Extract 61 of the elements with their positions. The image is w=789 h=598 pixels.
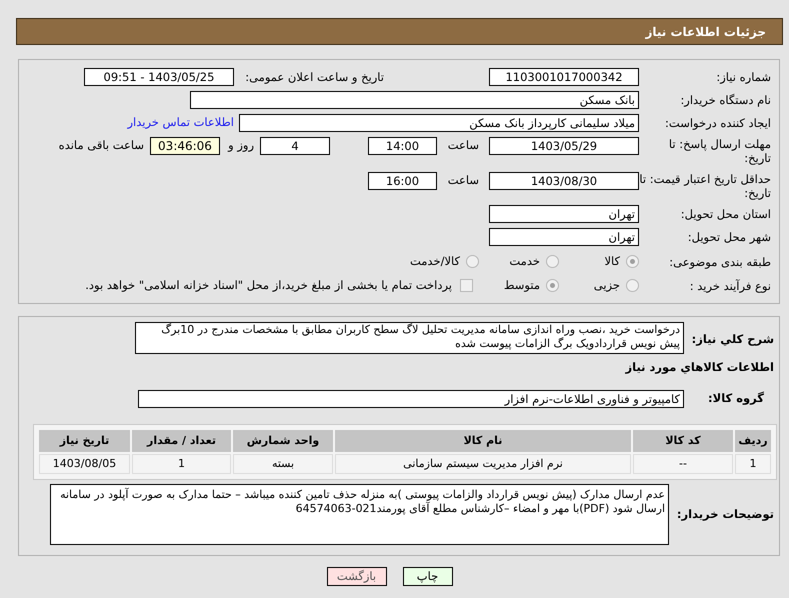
description-box: درخواست خرید ،نصب وراه اندازی سامانه مدیریت تحلیل لاگ سطح کاربران مطابق با مشخصات مندرج در 10برگ پیش نویس قراردادویک برگ الزامات پیوست شده bbox=[135, 322, 684, 354]
field-label: ساعت باقی مانده bbox=[58, 137, 144, 154]
field-label: گروه کالا: bbox=[707, 390, 765, 408]
text-field[interactable]: 4 bbox=[260, 137, 330, 155]
field-label: توضیحات خریدار: bbox=[676, 506, 775, 523]
column-header: کد کالا bbox=[633, 430, 733, 452]
text-field[interactable]: 1403/05/25 - 09:51 bbox=[84, 68, 234, 86]
radio-button[interactable] bbox=[626, 255, 639, 268]
checkbox[interactable] bbox=[460, 279, 473, 292]
column-header: تاریخ نیاز bbox=[39, 430, 130, 452]
field-label: استان محل تحویل: bbox=[680, 207, 772, 221]
column-header: تعداد / مقدار bbox=[132, 430, 231, 452]
field-label: مهلت ارسال پاسخ: تا تاریخ: bbox=[668, 137, 772, 165]
table-cell: 1 bbox=[735, 454, 771, 474]
table-cell: نرم افزار مدیریت سیستم سازمانی bbox=[335, 454, 631, 474]
field-label: شهر محل تحویل: bbox=[686, 230, 772, 244]
text-field[interactable]: کامپیوتر و فناوری اطلاعات-نرم افزار bbox=[138, 390, 684, 408]
text-field[interactable]: 14:00 bbox=[368, 137, 437, 155]
text-field[interactable]: بانک مسکن bbox=[190, 91, 639, 109]
countdown-field: 03:46:06 bbox=[150, 137, 220, 155]
field-label: نام دستگاه خریدار: bbox=[679, 93, 772, 107]
text-field[interactable]: تهران bbox=[489, 228, 639, 246]
radio-button[interactable] bbox=[626, 279, 639, 292]
checkbox-label: پرداخت تمام یا بخشی از مبلغ خرید،از محل "اسناد خزانه اسلامی" خواهد بود. bbox=[85, 277, 452, 294]
radio-button[interactable] bbox=[546, 255, 559, 268]
option-label: کالا/خدمت bbox=[410, 253, 460, 270]
table-cell: 1403/08/05 bbox=[39, 454, 130, 474]
field-label: شرح کلي نياز: bbox=[690, 330, 775, 348]
page-title: جزئیات اطلاعات نیاز bbox=[645, 24, 766, 40]
column-header: واحد شمارش bbox=[233, 430, 333, 452]
table-cell: بسته bbox=[233, 454, 333, 474]
table-cell: 1 bbox=[132, 454, 231, 474]
text-field[interactable]: 1403/05/29 bbox=[489, 137, 639, 155]
option-label: جزیی bbox=[594, 277, 620, 294]
radio-button[interactable] bbox=[546, 279, 559, 292]
print-button[interactable]: چاپ bbox=[402, 566, 452, 586]
column-header: ردیف bbox=[735, 430, 771, 452]
field-label: ساعت bbox=[446, 137, 479, 154]
radio-button[interactable] bbox=[466, 255, 479, 268]
text-field[interactable]: 1403/08/30 bbox=[489, 172, 639, 190]
field-label: حداقل تاریخ اعتبار قیمت: تا تاریخ: bbox=[639, 172, 772, 200]
option-label: متوسط bbox=[504, 277, 540, 294]
field-label: تاریخ و ساعت اعلان عمومی: bbox=[244, 70, 385, 84]
field-label: شماره نیاز: bbox=[715, 70, 772, 84]
text-field[interactable]: میلاد سلیمانی کارپرداز بانک مسکن bbox=[239, 114, 639, 132]
field-label: طبقه بندی موضوعی: bbox=[668, 254, 772, 269]
text-field[interactable]: 16:00 bbox=[368, 172, 437, 190]
field-label: ساعت bbox=[446, 172, 479, 189]
back-button[interactable]: بازگشت bbox=[326, 566, 386, 586]
option-label: خدمت bbox=[509, 253, 540, 270]
field-label: نوع فرآیند خرید : bbox=[688, 278, 772, 293]
column-header: نام کالا bbox=[335, 430, 631, 452]
table-cell: -- bbox=[633, 454, 733, 474]
option-label: کالا bbox=[604, 253, 620, 270]
field-label: روز و bbox=[226, 137, 254, 154]
notes-box: عدم ارسال مدارک (پیش نویس قرارداد والزامات پیوستی )به منزله حذف تامین کننده میباشد – حتما مدارک به صورت آپلود در سامانه ارسال شود (PDF)با مهر و امضاء –کارشناس مطلع آقای پورمند021-64574063 bbox=[50, 484, 669, 545]
text-field[interactable]: 1103001017000342 bbox=[489, 68, 639, 86]
field-label: ایجاد کننده درخواست: bbox=[664, 116, 772, 130]
section-title: اطلاعات کالاهاي مورد نياز bbox=[626, 358, 775, 376]
contact-link[interactable]: اطلاعات تماس خریدار bbox=[127, 114, 234, 132]
text-field[interactable]: تهران bbox=[489, 205, 639, 223]
